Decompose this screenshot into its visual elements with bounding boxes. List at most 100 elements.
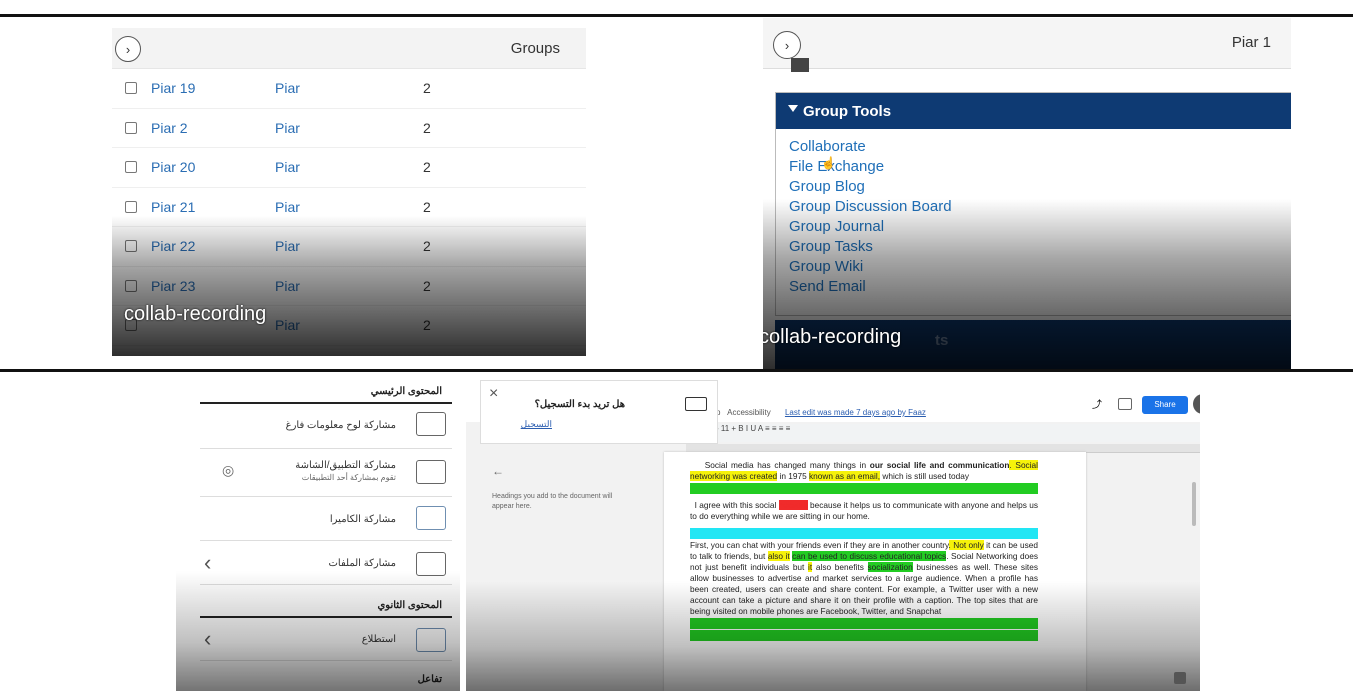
paragraph-3: First, you can chat with your friends ev… bbox=[690, 528, 1038, 641]
explore-button[interactable] bbox=[1174, 672, 1186, 684]
group-type-link[interactable]: Piar bbox=[275, 238, 300, 254]
group-type-link[interactable]: Piar bbox=[275, 80, 300, 96]
group-tools-title: Group Tools bbox=[803, 103, 892, 120]
poll-icon bbox=[416, 628, 446, 652]
camera-icon bbox=[685, 397, 707, 411]
item-divider bbox=[200, 660, 452, 661]
document-body[interactable]: Social media has changed many things in … bbox=[690, 460, 1039, 647]
expand-button[interactable]: › bbox=[115, 36, 141, 62]
group-tool-link[interactable]: Collaborate bbox=[789, 137, 1291, 157]
table-row[interactable]: Piar 23 Piar 2 bbox=[112, 267, 586, 306]
outline-hint: Headings you add to the document will ap… bbox=[492, 493, 613, 510]
table-row[interactable]: Piar 19 Piar 2 bbox=[112, 69, 586, 109]
share-camera-item[interactable]: مشاركة الكاميرا bbox=[330, 514, 396, 525]
group-tools-box: Group Tools Collaborate File Exchange Grou… bbox=[775, 92, 1291, 316]
close-icon[interactable]: × bbox=[489, 385, 498, 403]
group-tool-link[interactable]: Send Email bbox=[789, 277, 1291, 297]
chevron-left-icon[interactable]: ‹ bbox=[204, 550, 211, 576]
group-type-link[interactable]: Piar bbox=[275, 159, 300, 175]
document-page[interactable]: Social media has changed many things in … bbox=[664, 452, 1086, 691]
divider-top bbox=[0, 14, 1353, 17]
format-toolbar[interactable]: - 11 + B I U A ≡ ≡ ≡ ≡ bbox=[716, 424, 1200, 442]
back-arrow-icon[interactable]: ← bbox=[492, 464, 504, 478]
group-name-link[interactable]: Piar 19 bbox=[151, 80, 195, 96]
chevron-right-icon: › bbox=[125, 41, 131, 57]
group-type-link[interactable]: Piar bbox=[275, 199, 300, 215]
dialog-question: هل تريد بدء التسجيل؟ bbox=[534, 399, 625, 410]
table-row[interactable]: Piar 2 Piar 2 bbox=[112, 109, 586, 148]
chevron-left-icon[interactable]: ‹ bbox=[204, 626, 211, 652]
highlight-bar bbox=[690, 618, 1038, 629]
group-tool-link[interactable]: Group Journal bbox=[789, 217, 1291, 237]
triangle-down-icon bbox=[788, 105, 798, 112]
share-files-item[interactable]: مشاركة الملفات bbox=[329, 558, 397, 569]
row-checkbox[interactable] bbox=[125, 82, 137, 94]
row-checkbox[interactable] bbox=[125, 200, 137, 213]
highlight-bar bbox=[690, 528, 1038, 539]
table-row[interactable]: Piar 22 Piar 2 bbox=[112, 227, 586, 267]
group-type-link[interactable]: Piar bbox=[275, 317, 300, 333]
member-count: 2 bbox=[423, 198, 431, 215]
section-divider bbox=[200, 402, 452, 404]
menu-bar: p Accessibility Last edit was made 7 day… bbox=[716, 408, 926, 417]
folder-icon bbox=[416, 552, 446, 576]
menu-accessibility[interactable]: Accessibility bbox=[727, 408, 771, 417]
row-checkbox[interactable] bbox=[125, 240, 137, 252]
document-editor-panel: p Accessibility Last edit was made 7 day… bbox=[466, 372, 1200, 691]
group-type-link[interactable]: Piar bbox=[275, 120, 300, 136]
item-divider bbox=[200, 448, 452, 449]
group-name-link[interactable]: Piar 20 bbox=[151, 159, 195, 175]
groups-list-panel: › Groups Piar 19 Piar 2 Piar 2 Piar 2 Piar 20 P… bbox=[112, 28, 586, 356]
table-row[interactable]: Piar 21 Piar 2 bbox=[112, 188, 586, 227]
share-whiteboard-item[interactable]: مشاركة لوح معلومات فارغ bbox=[286, 420, 396, 431]
share-button[interactable]: Share bbox=[1142, 396, 1188, 414]
member-count: 2 bbox=[423, 159, 431, 175]
group-tool-link[interactable]: Group Blog bbox=[789, 177, 1291, 197]
member-count: 2 bbox=[423, 119, 431, 136]
table-row[interactable]: Piar 25Piar2 bbox=[112, 346, 586, 357]
group-tool-link[interactable]: Group Discussion Board bbox=[789, 197, 1291, 217]
share-application-item[interactable]: مشاركة التطبيق/الشاشة تقوم بمشاركة أحد ا… bbox=[295, 460, 396, 482]
last-edit-link[interactable]: Last edit was made 7 days ago by Faaz bbox=[785, 408, 926, 417]
start-recording-link[interactable]: التسجيل bbox=[521, 419, 552, 430]
poll-item[interactable]: استطلاع bbox=[362, 634, 396, 645]
row-checkbox[interactable] bbox=[125, 279, 137, 292]
next-section-partial-label: ts bbox=[935, 332, 949, 349]
group-tool-link[interactable]: File Exchange bbox=[789, 157, 1291, 177]
groups-header: › Groups bbox=[112, 28, 586, 69]
target-icon: ◎ bbox=[222, 462, 235, 478]
group-type-link[interactable]: Piar bbox=[275, 278, 300, 294]
recording-dialog: × هل تريد بدء التسجيل؟ التسجيل bbox=[480, 380, 718, 444]
primary-content-heading: المحتوى الرئيسي bbox=[370, 386, 442, 397]
group-header: › Piar 1 bbox=[763, 18, 1291, 69]
paragraph-1: Social media has changed many things in … bbox=[690, 460, 1039, 494]
screen-share-icon bbox=[416, 460, 446, 484]
highlight-bar bbox=[690, 630, 1038, 641]
highlight-bar bbox=[690, 483, 1038, 494]
group-tools-header[interactable]: Group Tools bbox=[776, 93, 1291, 129]
group-name-link[interactable]: Piar 21 bbox=[151, 199, 195, 215]
group-tools-panel: › Piar 1 Group Tools Collaborate File Exc… bbox=[763, 18, 1291, 369]
recording-label: collab-recording bbox=[124, 303, 267, 325]
whiteboard-icon bbox=[416, 412, 446, 436]
item-divider bbox=[200, 496, 452, 497]
expand-button[interactable]: › bbox=[773, 31, 801, 59]
member-count: 2 bbox=[423, 317, 431, 333]
row-checkbox[interactable] bbox=[125, 121, 137, 134]
row-checkbox[interactable] bbox=[125, 161, 137, 173]
camera-icon bbox=[416, 506, 446, 530]
trend-icon[interactable]: ⤴ bbox=[1092, 396, 1104, 411]
share-content-panel: المحتوى الرئيسي مشاركة لوح معلومات فارغ … bbox=[176, 372, 460, 691]
comment-icon[interactable] bbox=[1118, 398, 1132, 410]
table-row[interactable]: Piar 20 Piar 2 bbox=[112, 148, 586, 188]
group-tool-link[interactable]: Group Tasks bbox=[789, 237, 1291, 257]
group-tool-link[interactable]: Group Wiki bbox=[789, 257, 1291, 277]
item-divider bbox=[200, 584, 452, 585]
section-divider bbox=[200, 616, 452, 618]
group-name-link[interactable]: Piar 2 bbox=[151, 120, 188, 136]
group-name-link[interactable]: Piar 23 bbox=[151, 278, 195, 294]
chevron-right-icon: › bbox=[784, 37, 790, 53]
group-name-link[interactable]: Piar 22 bbox=[151, 238, 195, 254]
scrollbar[interactable] bbox=[1192, 482, 1196, 526]
hand-cursor-icon: ☝ bbox=[821, 156, 836, 170]
